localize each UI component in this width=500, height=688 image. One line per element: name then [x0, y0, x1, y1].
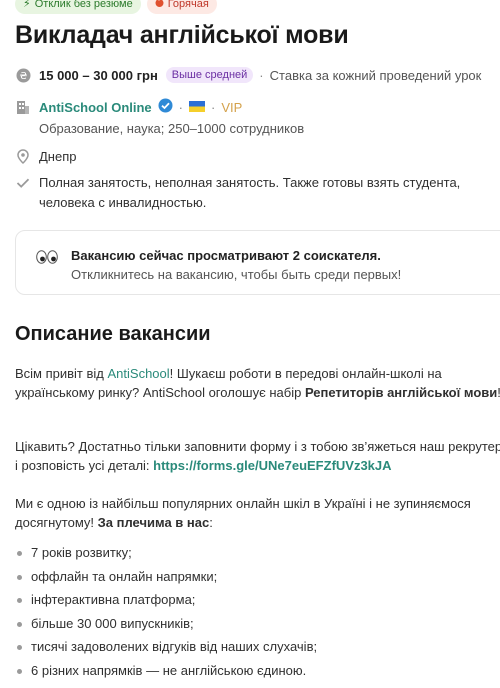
viewers-notice: Вакансию сейчас просматривают 2 соискате…: [15, 230, 500, 295]
text: Ми є одною із найбільш популярних онлайн…: [15, 496, 471, 530]
form-link[interactable]: https://forms.gle/UNe7euEFZfUVz3kJA: [153, 458, 391, 473]
company-row: AntiSchool Online · · VIP: [15, 98, 242, 116]
svg-text:₴: ₴: [19, 71, 27, 82]
list-item: тисячі задоволених відгуків від наших сл…: [15, 635, 495, 659]
text: Всім привіт від: [15, 366, 108, 381]
checkmark-icon: [15, 175, 31, 191]
separator-dot: ·: [259, 67, 264, 83]
salary-level-badge: Выше средней: [165, 67, 254, 83]
bold-text: За плечима в нас: [97, 515, 210, 530]
hot-badge-label: Горячая: [167, 0, 209, 10]
list-item: 6 різних напрямків — не англійською єдин…: [15, 659, 495, 683]
company-details: Образование, наука; 250–1000 сотрудников: [39, 121, 305, 136]
page-title: Викладач англійської мови: [15, 21, 349, 49]
list-item: 7 років розвитку;: [15, 541, 495, 565]
employment-text: Полная занятость, неполная занятость. Та…: [39, 175, 461, 210]
salary-note: Ставка за кожний проведений урок: [269, 67, 482, 83]
employment-row: [15, 175, 39, 191]
description-paragraph-2: Цікавить? Достатньо тільки заповнити фор…: [15, 437, 500, 475]
bolt-icon: ⚡: [23, 0, 31, 10]
text: :: [209, 515, 213, 530]
salary-range: 15 000 – 30 000 грн: [39, 67, 158, 83]
viewers-notice-title: Вакансию сейчас просматривают 2 соискате…: [71, 248, 381, 263]
separator-dot: ·: [211, 99, 216, 115]
bold-text: Репетиторів англійської мови: [304, 385, 498, 400]
verified-check-icon: [158, 98, 173, 116]
antischool-link[interactable]: AntiSchool: [108, 366, 170, 381]
no-resume-badge-label: Отклик без резюме: [34, 0, 133, 10]
description-paragraph-1: Всім привіт від AntiSchool! Шукаєш робот…: [15, 364, 500, 402]
list-item: інфтерактивна платформа;: [15, 588, 495, 612]
building-icon: [15, 99, 31, 115]
vip-badge: VIP: [221, 99, 243, 115]
benefits-list: 7 років розвитку; оффлайн та онлайн напр…: [15, 541, 495, 682]
ukraine-flag-icon: [189, 100, 206, 115]
badge-row: ⚡ Отклик без резюме Горячая: [15, 0, 217, 14]
description-paragraph-3: Ми є одною із найбільш популярних онлайн…: [15, 494, 500, 532]
description-heading: Описание вакансии: [15, 323, 211, 345]
separator-dot: ·: [178, 99, 184, 115]
flame-icon: [155, 0, 164, 12]
hot-badge: Горячая: [146, 0, 217, 14]
money-icon: ₴: [15, 67, 31, 83]
company-link[interactable]: AntiSchool Online: [39, 100, 152, 115]
list-item: більше 30 000 випускників;: [15, 612, 495, 636]
location-city: Днепр: [39, 148, 77, 164]
list-item: оффлайн та онлайн напрямки;: [15, 565, 495, 589]
viewers-notice-subtitle: Откликнитесь на вакансию, чтобы быть сре…: [71, 267, 402, 282]
eyes-icon: [36, 248, 58, 269]
salary-row: ₴ 15 000 – 30 000 грн Выше средней · Ста…: [15, 67, 481, 83]
location-pin-icon: [15, 148, 31, 164]
no-resume-badge: ⚡ Отклик без резюме: [15, 0, 141, 14]
location-row: Днепр: [15, 148, 76, 164]
